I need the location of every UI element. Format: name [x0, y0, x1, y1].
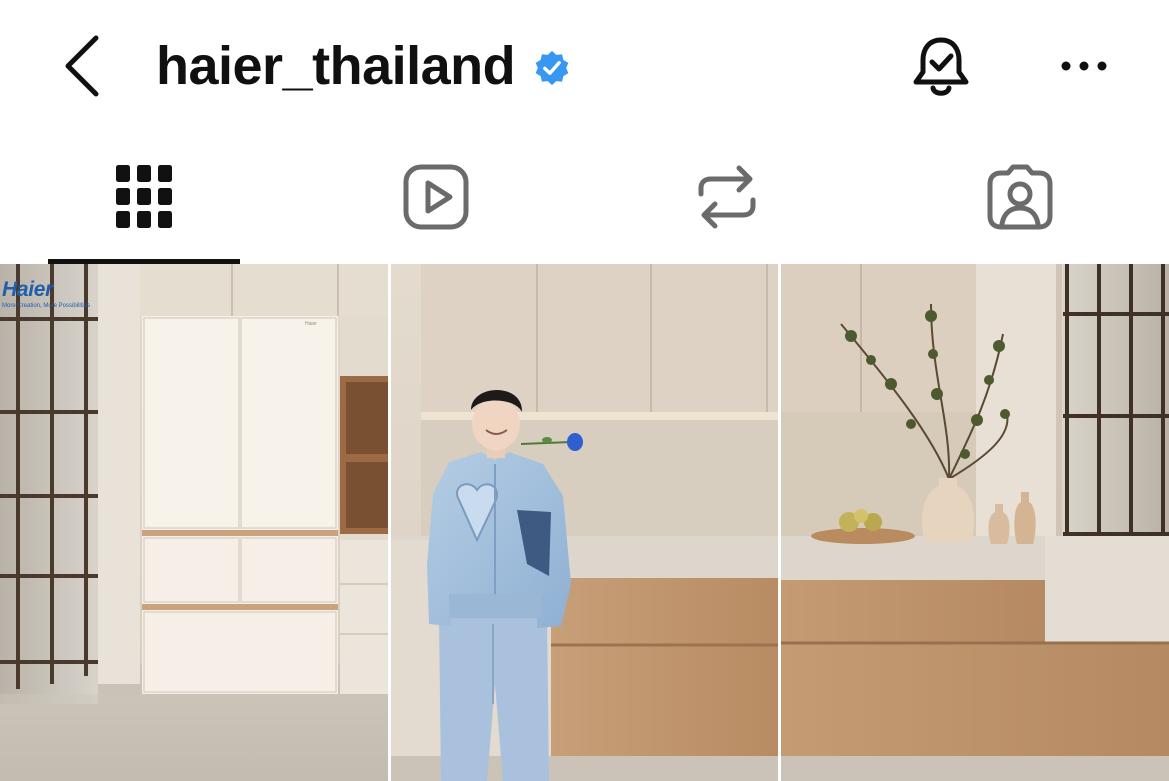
brand-name: Haier	[2, 278, 54, 301]
chevron-left-icon	[65, 35, 99, 97]
profile-tabs	[0, 130, 1169, 264]
grid-divider	[388, 264, 391, 781]
post-thumbnail[interactable]	[781, 264, 1169, 781]
bell-check-icon	[913, 37, 969, 96]
post-image-kitchen-person	[391, 264, 778, 781]
back-button[interactable]	[60, 34, 106, 98]
fridge-brand-label: Haier	[305, 321, 317, 327]
more-horizontal-icon	[1061, 61, 1107, 71]
tab-tagged[interactable]	[900, 130, 1140, 264]
repost-icon	[698, 165, 756, 229]
profile-header: haier_thailand	[0, 0, 1169, 130]
grid-icon	[116, 165, 172, 228]
username: haier_thailand	[156, 36, 516, 96]
post-thumbnail[interactable]	[391, 264, 778, 781]
tab-reposts[interactable]	[607, 130, 847, 264]
post-thumbnail[interactable]: Haier More Creation, More Possibilities …	[0, 264, 388, 781]
profile-title: haier_thailand	[156, 30, 571, 102]
brand-tagline: More Creation, More Possibilities	[2, 303, 91, 309]
verified-badge-icon	[535, 50, 569, 86]
tagged-person-icon	[987, 164, 1053, 230]
post-image-kitchen-island	[781, 264, 1169, 781]
tab-posts-grid[interactable]	[24, 130, 264, 264]
posts-grid: Haier More Creation, More Possibilities …	[0, 264, 1169, 781]
more-options-button[interactable]	[1054, 44, 1114, 88]
reels-play-icon	[403, 164, 469, 230]
grid-divider	[778, 264, 781, 781]
post-image-fridge-kitchen	[0, 264, 388, 781]
tab-reels[interactable]	[316, 130, 556, 264]
haier-logo: Haier More Creation, More Possibilities	[2, 278, 90, 309]
notifications-bell-button[interactable]	[906, 32, 976, 102]
